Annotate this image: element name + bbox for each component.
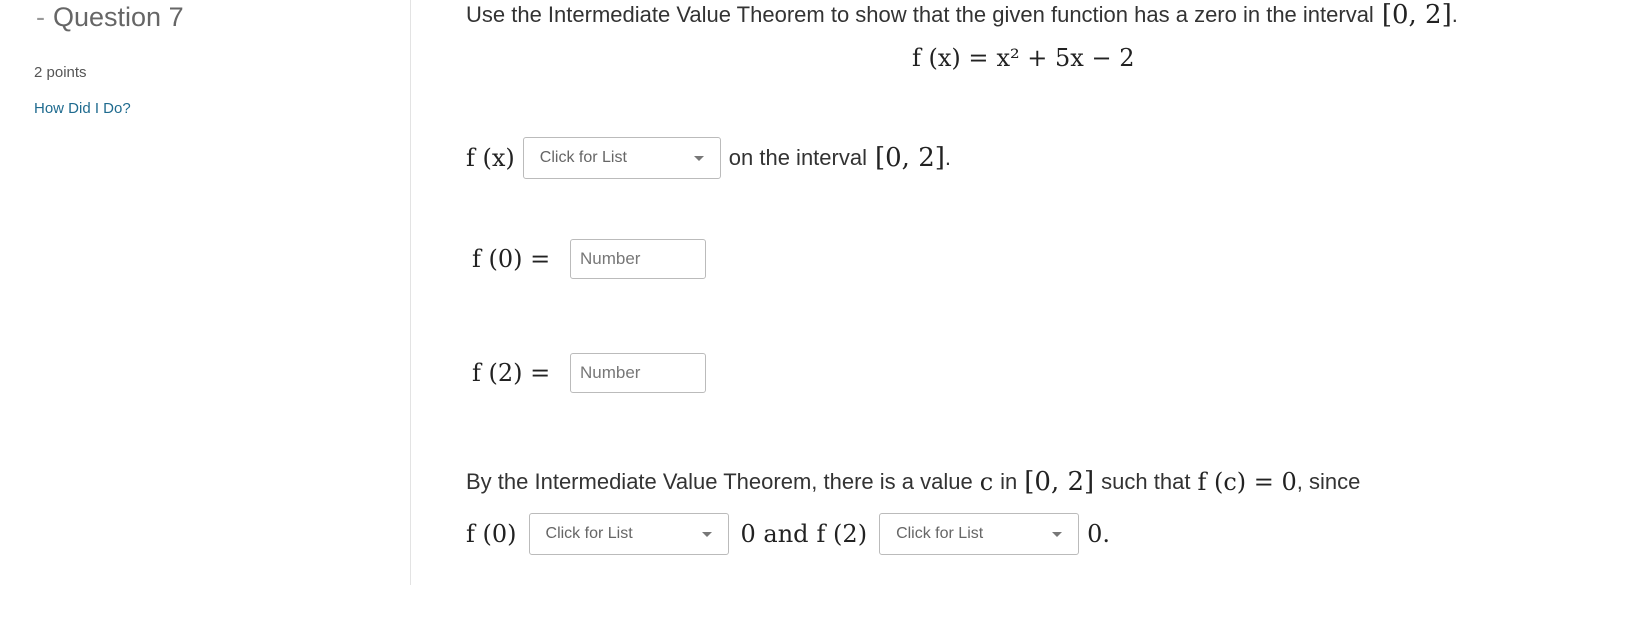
f2-ref: f (2) <box>816 520 868 548</box>
how-did-i-do-link[interactable]: How Did I Do? <box>34 100 131 117</box>
question-title: - Question 7 <box>36 2 184 33</box>
behavior-row: f (x) Click for List on the interval [0,… <box>466 137 951 179</box>
f0-label: f (0) = <box>472 245 551 273</box>
fx-label: f (x) <box>466 144 515 172</box>
collapse-dash[interactable]: - <box>36 2 45 32</box>
conclusion-line-1: By the Intermediate Value Theorem, there… <box>466 467 1360 497</box>
points-label: 2 points <box>34 64 87 81</box>
f0-input[interactable] <box>570 239 706 279</box>
conclusion-text-d: , since <box>1296 469 1361 494</box>
prompt-text: Use the Intermediate Value Theorem to sh… <box>466 2 1374 27</box>
chevron-down-icon <box>693 155 704 161</box>
conclusion-line-2: f (0) Click for List 0 and f (2) Click f… <box>466 513 1110 555</box>
conclusion-text-c: such that <box>1101 469 1191 494</box>
behavior-select-label: Click for List <box>539 149 627 166</box>
conclusion-text-a: By the Intermediate Value Theorem, there… <box>466 469 973 494</box>
row1-interval: [0, 2] <box>874 143 945 173</box>
behavior-select[interactable]: Click for List <box>522 137 721 179</box>
function-rhs: x² + 5x − 2 <box>996 44 1135 72</box>
chevron-down-icon <box>1052 531 1063 537</box>
f2-label: f (2) = <box>472 359 551 387</box>
prompt-interval: [0, 2] <box>1381 0 1452 30</box>
prompt-line: Use the Intermediate Value Theorem to sh… <box>466 0 1458 30</box>
f0-sign-select[interactable]: Click for List <box>528 513 729 555</box>
f0-row: f (0) = <box>472 239 706 279</box>
zero-and: 0 and <box>740 520 809 548</box>
function-lhs: f (x) = <box>912 44 989 72</box>
prompt-period: . <box>1451 2 1458 27</box>
function-definition: f (x) = x² + 5x − 2 <box>912 44 1134 72</box>
zero-end: 0. <box>1087 520 1110 548</box>
f2-row: f (2) = <box>472 353 706 393</box>
f2-sign-select-label: Click for List <box>896 525 984 542</box>
interval-text: on the interval <box>728 145 867 170</box>
question-body: Use the Intermediate Value Theorem to sh… <box>466 0 1626 633</box>
chevron-down-icon <box>701 531 712 537</box>
row1-period: . <box>944 145 952 170</box>
f0-sign-select-label: Click for List <box>545 525 633 542</box>
conclusion-interval: [0, 2] <box>1024 467 1095 497</box>
fc-equation: f (c) = 0 <box>1197 468 1297 496</box>
question-sidebar: - Question 7 2 points How Did I Do? <box>0 0 411 585</box>
f2-input[interactable] <box>570 353 706 393</box>
conclusion-text-b: in <box>1000 469 1018 494</box>
f2-sign-select[interactable]: Click for List <box>879 513 1080 555</box>
variable-c: c <box>979 468 994 496</box>
f0-ref: f (0) <box>466 520 517 548</box>
question-title-text: Question 7 <box>53 2 184 32</box>
